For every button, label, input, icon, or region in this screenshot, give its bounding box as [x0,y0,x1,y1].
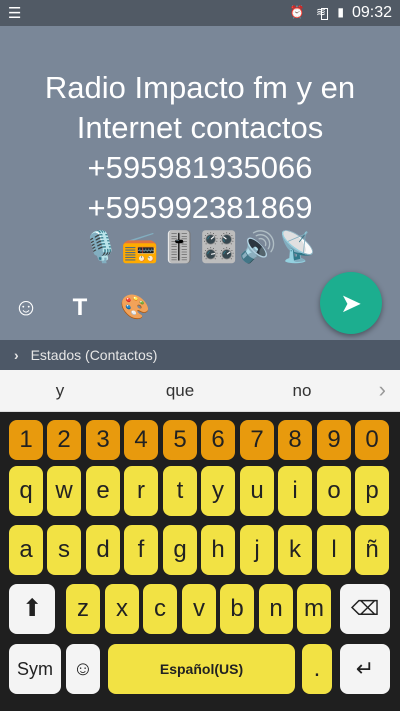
key-2[interactable]: 2 [47,420,81,460]
font-icon[interactable]: T [66,294,94,322]
key-g[interactable]: g [163,525,197,575]
key-6[interactable]: 6 [201,420,235,460]
key-i[interactable]: i [278,466,312,516]
sym-key[interactable]: Sym [9,644,61,694]
key-a[interactable]: a [9,525,43,575]
key-m[interactable]: m [297,584,331,634]
key-0[interactable]: 0 [355,420,389,460]
shift-key[interactable]: ⬆ [9,584,55,634]
chevron-right-icon[interactable]: › [379,370,386,410]
key-v[interactable]: v [182,584,216,634]
suggestion-item[interactable]: que [120,370,240,412]
key-b[interactable]: b [220,584,254,634]
key-f[interactable]: f [124,525,158,575]
battery-icon [321,8,328,20]
key-x[interactable]: x [105,584,139,634]
enter-icon: ↵ [355,656,375,681]
message-line: Radio Impacto fm y en [44,70,356,105]
key-c[interactable]: c [143,584,177,634]
send-button[interactable]: ➤ [320,272,382,334]
status-audience-bar[interactable]: › Estados (Contactos) [0,340,400,370]
key-8[interactable]: 8 [278,420,312,460]
emoji-key[interactable]: ☺ [66,644,100,694]
space-key[interactable]: Español(US) [108,644,295,694]
message-line: +595981935066 [87,150,313,185]
emoji-icon[interactable]: ☺ [12,294,40,322]
key-e[interactable]: e [86,466,120,516]
backspace-key[interactable]: ⌫ [340,584,390,634]
chevron-right-icon: › [14,347,19,363]
suggestion-item[interactable]: y [0,370,120,412]
suggestion-item[interactable]: no [242,370,362,412]
key-z[interactable]: z [66,584,100,634]
key-u[interactable]: u [240,466,274,516]
key-y[interactable]: y [201,466,235,516]
status-time: 09:32 [351,4,392,21]
status-bar: ☰ ⏰ ≋ ▮ 09:32 [0,0,400,26]
shift-icon: ⬆ [21,595,43,622]
key-n-tilde[interactable]: ñ [355,525,389,575]
keyboard: 1 2 3 4 5 6 7 8 9 0 q w e r t y u i o p … [0,412,400,711]
key-n[interactable]: n [259,584,293,634]
key-t[interactable]: t [163,466,197,516]
key-5[interactable]: 5 [163,420,197,460]
key-r[interactable]: r [124,466,158,516]
message-line: Internet contactos [76,110,324,145]
key-4[interactable]: 4 [124,420,158,460]
notification-list-icon: ☰ [8,5,22,22]
key-w[interactable]: w [47,466,81,516]
key-l[interactable]: l [317,525,351,575]
enter-key[interactable]: ↵ [340,644,390,694]
key-1[interactable]: 1 [9,420,43,460]
system-icons: ⏰ ≋ ▮ [289,5,348,19]
key-3[interactable]: 3 [86,420,120,460]
status-audience-label: Estados (Contactos) [30,347,158,363]
key-7[interactable]: 7 [240,420,274,460]
period-key[interactable]: . [302,644,332,694]
key-9[interactable]: 9 [317,420,351,460]
emoji-icon: ☺ [72,658,94,680]
key-s[interactable]: s [47,525,81,575]
key-j[interactable]: j [240,525,274,575]
palette-icon[interactable]: 🎨 [120,294,150,322]
message-line: +595992381869 [87,190,313,225]
key-p[interactable]: p [355,466,389,516]
key-k[interactable]: k [278,525,312,575]
send-icon: ➤ [340,288,362,318]
suggestion-bar: y que no › [0,370,400,412]
key-h[interactable]: h [201,525,235,575]
backspace-icon: ⌫ [350,598,380,620]
status-message-text[interactable]: Radio Impacto fm y en Internet contactos… [16,68,384,268]
key-d[interactable]: d [86,525,120,575]
key-o[interactable]: o [317,466,351,516]
key-q[interactable]: q [9,466,43,516]
emoji-line: 🎙️📻🎚️🎛️🔊📡 [81,231,319,264]
